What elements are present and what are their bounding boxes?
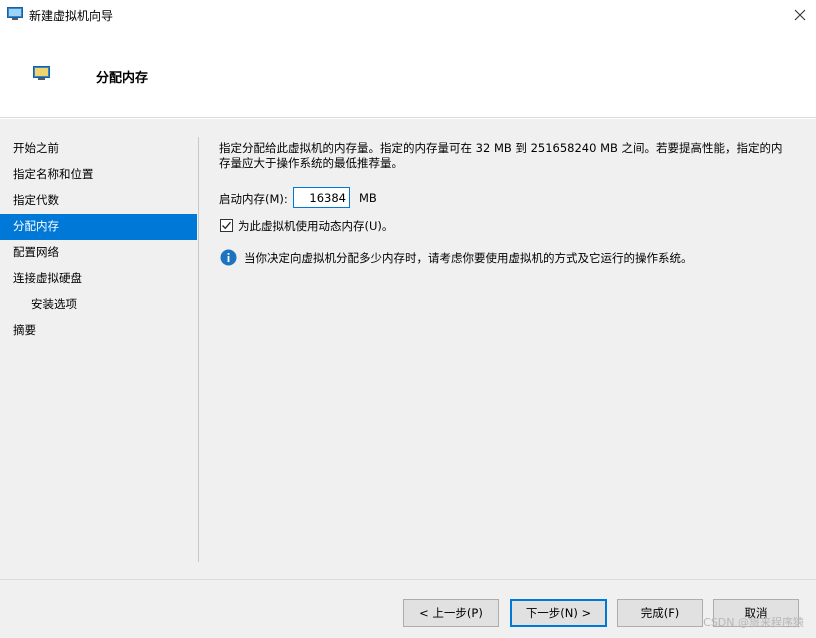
startup-memory-label: 启动内存(M): — [219, 192, 288, 206]
close-icon — [794, 9, 806, 21]
page-title: 分配内存 — [96, 71, 149, 86]
wizard-body: 开始之前 指定名称和位置 指定代数 分配内存 配置网络 连接虚拟硬盘 安装选项 … — [0, 119, 816, 579]
close-button[interactable] — [784, 0, 816, 30]
wizard-header: 分配内存 — [0, 30, 816, 118]
wizard-steps: 开始之前 指定名称和位置 指定代数 分配内存 配置网络 连接虚拟硬盘 安装选项 … — [0, 136, 197, 344]
step-summary[interactable]: 摘要 — [0, 318, 197, 344]
step-name-and-location[interactable]: 指定名称和位置 — [0, 162, 197, 188]
info-text: 当你决定向虚拟机分配多少内存时，请考虑你要使用虚拟机的方式及它运行的操作系统。 — [244, 251, 693, 265]
hyper-v-app-icon — [7, 7, 23, 20]
memory-page-icon — [33, 66, 50, 80]
step-configure-networking[interactable]: 配置网络 — [0, 240, 197, 266]
window-title: 新建虚拟机向导 — [29, 9, 114, 23]
checkmark-icon — [222, 221, 231, 230]
info-icon — [220, 249, 237, 266]
dynamic-memory-checkbox[interactable] — [220, 219, 233, 232]
dynamic-memory-row[interactable]: 为此虚拟机使用动态内存(U)。 — [219, 218, 519, 234]
step-connect-virtual-disk[interactable]: 连接虚拟硬盘 — [0, 266, 197, 292]
finish-button[interactable]: 完成(F) — [617, 599, 703, 627]
memory-info-note: 当你决定向虚拟机分配多少内存时，请考虑你要使用虚拟机的方式及它运行的操作系统。 — [219, 249, 799, 267]
memory-unit: MB — [359, 191, 377, 205]
step-generation[interactable]: 指定代数 — [0, 188, 197, 214]
dynamic-memory-label[interactable]: 为此虚拟机使用动态内存(U)。 — [238, 218, 393, 234]
watermark: CSDN @旅来程序猿 — [703, 616, 804, 629]
step-before-you-begin[interactable]: 开始之前 — [0, 136, 197, 162]
wizard-footer: < 上一步(P) 下一步(N) > 完成(F) 取消 CSDN @旅来程序猿 — [0, 579, 816, 638]
step-assign-memory[interactable]: 分配内存 — [0, 214, 197, 240]
title-bar: 新建虚拟机向导 — [0, 0, 816, 30]
memory-settings: 指定分配给此虚拟机的内存量。指定的内存量可在 32 MB 到 251658240… — [219, 141, 799, 266]
sidebar-divider — [198, 137, 199, 562]
startup-memory-row: 启动内存(M): MB — [219, 187, 519, 209]
step-installation-options[interactable]: 安装选项 — [0, 292, 197, 318]
previous-button[interactable]: < 上一步(P) — [403, 599, 499, 627]
startup-memory-input[interactable] — [293, 187, 350, 208]
next-button[interactable]: 下一步(N) > — [510, 599, 607, 627]
memory-description: 指定分配给此虚拟机的内存量。指定的内存量可在 32 MB 到 251658240… — [219, 141, 783, 170]
